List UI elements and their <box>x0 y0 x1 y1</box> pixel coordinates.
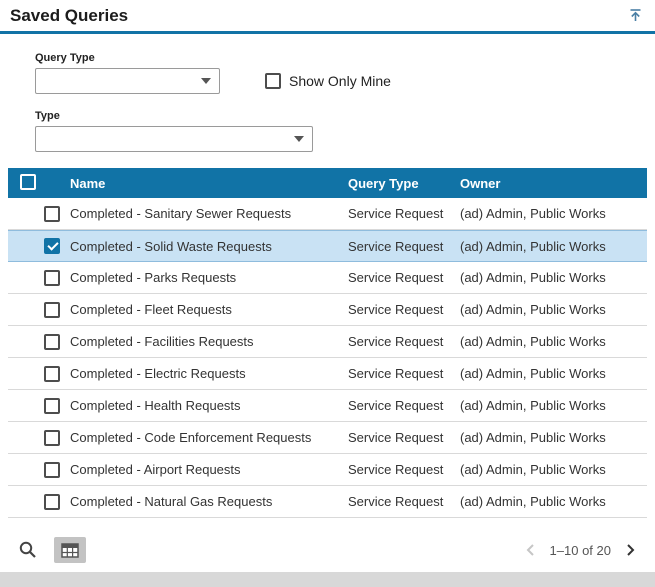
cell-query-type: Service Request <box>348 366 460 381</box>
row-checkbox[interactable] <box>44 334 60 350</box>
cell-name: Completed - Airport Requests <box>70 462 348 477</box>
cell-owner: (ad) Admin, Public Works <box>460 366 647 381</box>
table-row[interactable]: Completed - Code Enforcement Requests Se… <box>8 422 647 454</box>
type-select[interactable] <box>35 126 313 152</box>
pagination-label: 1–10 of 20 <box>550 543 611 558</box>
cell-owner: (ad) Admin, Public Works <box>460 270 647 285</box>
page-title: Saved Queries <box>10 6 128 26</box>
cell-owner: (ad) Admin, Public Works <box>460 430 647 445</box>
cell-query-type: Service Request <box>348 302 460 317</box>
scroll-to-top-icon[interactable] <box>627 8 643 24</box>
search-icon <box>18 540 38 560</box>
cell-query-type: Service Request <box>348 334 460 349</box>
table-row[interactable]: Completed - Facilities Requests Service … <box>8 326 647 358</box>
pagination: 1–10 of 20 <box>522 541 639 559</box>
column-header-owner[interactable]: Owner <box>460 176 647 191</box>
chevron-down-icon <box>201 78 211 84</box>
row-checkbox[interactable] <box>44 366 60 382</box>
cell-query-type: Service Request <box>348 206 460 221</box>
grid-view-icon <box>61 543 79 558</box>
cell-query-type: Service Request <box>348 270 460 285</box>
cell-name: Completed - Code Enforcement Requests <box>70 430 348 445</box>
cell-owner: (ad) Admin, Public Works <box>460 462 647 477</box>
cell-name: Completed - Fleet Requests <box>70 302 348 317</box>
filters-section: Query Type Show Only Mine Type <box>0 34 655 152</box>
select-all-checkbox[interactable] <box>20 174 36 190</box>
query-type-select[interactable] <box>35 68 220 94</box>
cell-name: Completed - Parks Requests <box>70 270 348 285</box>
show-only-mine-label: Show Only Mine <box>289 73 391 89</box>
cell-owner: (ad) Admin, Public Works <box>460 334 647 349</box>
cell-owner: (ad) Admin, Public Works <box>460 239 647 254</box>
cell-owner: (ad) Admin, Public Works <box>460 206 647 221</box>
search-button[interactable] <box>14 537 42 563</box>
query-type-label: Query Type <box>35 52 655 64</box>
cell-query-type: Service Request <box>348 462 460 477</box>
cell-query-type: Service Request <box>348 430 460 445</box>
table-row[interactable]: Completed - Electric Requests Service Re… <box>8 358 647 390</box>
cell-owner: (ad) Admin, Public Works <box>460 494 647 509</box>
cell-query-type: Service Request <box>348 494 460 509</box>
table-header-row: Name Query Type Owner <box>8 168 647 198</box>
column-header-name[interactable]: Name <box>70 176 348 191</box>
cell-query-type: Service Request <box>348 239 460 254</box>
row-checkbox[interactable] <box>44 238 60 254</box>
show-only-mine-toggle[interactable]: Show Only Mine <box>265 73 391 89</box>
table-row[interactable]: Completed - Sanitary Sewer Requests Serv… <box>8 198 647 230</box>
table-footer: 1–10 of 20 <box>0 528 655 572</box>
table-row[interactable]: Completed - Airport Requests Service Req… <box>8 454 647 486</box>
cell-name: Completed - Facilities Requests <box>70 334 348 349</box>
type-label: Type <box>35 110 655 122</box>
table-row[interactable]: Completed - Parks Requests Service Reque… <box>8 262 647 294</box>
column-header-query-type[interactable]: Query Type <box>348 176 460 191</box>
panel-header: Saved Queries <box>0 0 655 34</box>
row-checkbox[interactable] <box>44 270 60 286</box>
show-only-mine-checkbox[interactable] <box>265 73 281 89</box>
saved-queries-table: Name Query Type Owner Completed - Sanita… <box>8 168 647 518</box>
chevron-left-icon[interactable] <box>522 541 540 559</box>
cell-query-type: Service Request <box>348 398 460 413</box>
cell-name: Completed - Electric Requests <box>70 366 348 381</box>
cell-owner: (ad) Admin, Public Works <box>460 302 647 317</box>
chevron-down-icon <box>294 136 304 142</box>
row-checkbox[interactable] <box>44 302 60 318</box>
row-checkbox[interactable] <box>44 462 60 478</box>
table-row[interactable]: Completed - Natural Gas Requests Service… <box>8 486 647 518</box>
grid-view-button[interactable] <box>54 537 86 563</box>
cell-name: Completed - Health Requests <box>70 398 348 413</box>
page-background <box>0 572 655 587</box>
cell-name: Completed - Sanitary Sewer Requests <box>70 206 348 221</box>
chevron-right-icon[interactable] <box>621 541 639 559</box>
table-row[interactable]: Completed - Health Requests Service Requ… <box>8 390 647 422</box>
row-checkbox[interactable] <box>44 494 60 510</box>
saved-queries-panel: Saved Queries Query Type Show Only Mine … <box>0 0 655 572</box>
table-row[interactable]: Completed - Solid Waste Requests Service… <box>8 230 647 262</box>
cell-name: Completed - Solid Waste Requests <box>70 239 348 254</box>
cell-name: Completed - Natural Gas Requests <box>70 494 348 509</box>
row-checkbox[interactable] <box>44 430 60 446</box>
cell-owner: (ad) Admin, Public Works <box>460 398 647 413</box>
row-checkbox[interactable] <box>44 206 60 222</box>
row-checkbox[interactable] <box>44 398 60 414</box>
table-row[interactable]: Completed - Fleet Requests Service Reque… <box>8 294 647 326</box>
